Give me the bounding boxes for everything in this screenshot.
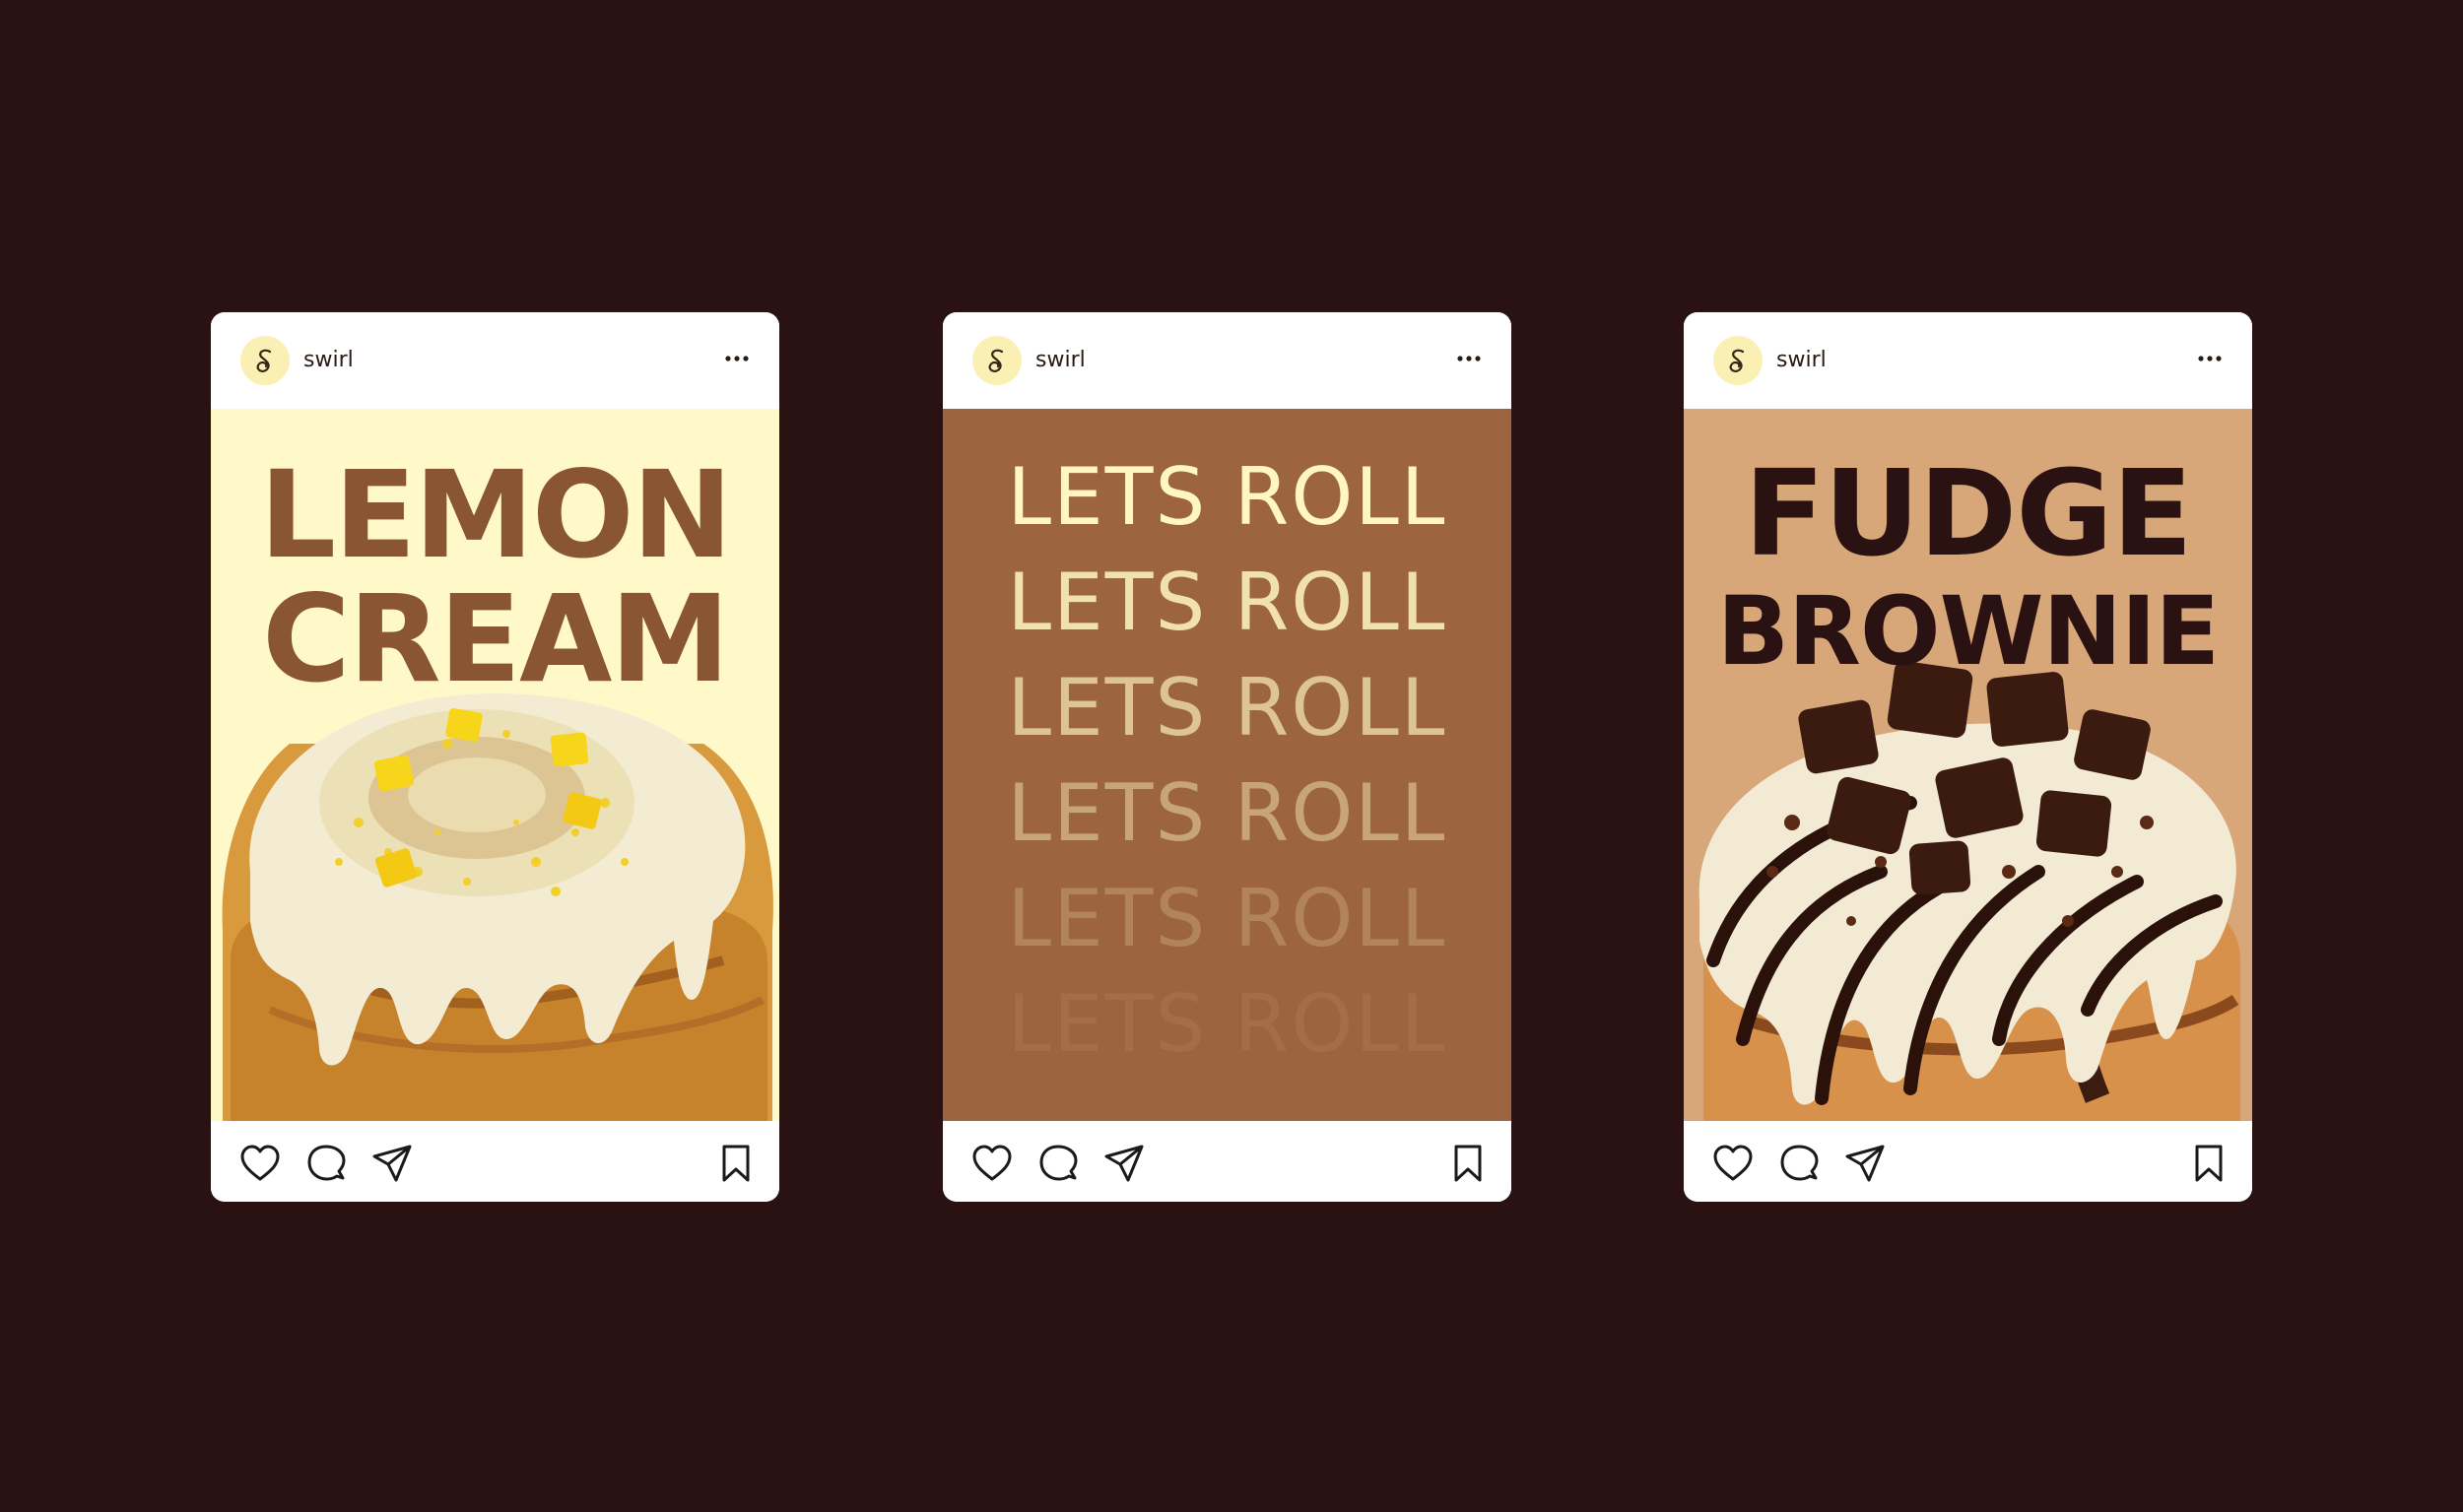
post-image: LEMON CREAM: [211, 409, 779, 1121]
headline-line-2: BROWNIE: [1716, 576, 2220, 687]
comment-bubble-icon[interactable]: [1778, 1143, 1822, 1186]
post-action-bar: [1684, 1121, 2252, 1202]
swirl-logo-icon[interactable]: [1713, 336, 1763, 385]
repeat-text-line: LETS ROLL: [1007, 978, 1447, 1070]
post-card-fudge-brownie: swirl FUDGE BROWNIE: [1684, 312, 2252, 1202]
more-options-icon[interactable]: [2193, 344, 2227, 373]
post-image: FUDGE BROWNIE: [1684, 409, 2252, 1121]
repeat-text-line: LETS ROLL: [1007, 557, 1447, 648]
comment-bubble-icon[interactable]: [1037, 1143, 1081, 1186]
swirl-logo-icon[interactable]: [972, 336, 1022, 385]
heart-icon[interactable]: [238, 1143, 282, 1186]
headline-line-2: CREAM: [262, 569, 730, 709]
swirl-logo-icon[interactable]: [240, 336, 290, 385]
post-header: swirl: [211, 312, 779, 409]
paper-plane-icon[interactable]: [370, 1143, 414, 1186]
heart-icon[interactable]: [1711, 1143, 1755, 1186]
heart-icon[interactable]: [970, 1143, 1014, 1186]
post-header: swirl: [1684, 312, 2252, 409]
paper-plane-icon[interactable]: [1102, 1143, 1146, 1186]
post-action-bar: [211, 1121, 779, 1202]
comment-bubble-icon[interactable]: [305, 1143, 349, 1186]
headline-line-1: LEMON: [259, 445, 732, 585]
bookmark-icon[interactable]: [2189, 1143, 2229, 1186]
account-username[interactable]: swirl: [303, 348, 354, 372]
repeat-text-line: LETS ROLL: [1007, 873, 1447, 964]
bookmark-icon[interactable]: [1448, 1143, 1488, 1186]
post-action-bar: [943, 1121, 1511, 1202]
post-card-lemon-cream: swirl LEMON CREAM: [211, 312, 779, 1202]
paper-plane-icon[interactable]: [1843, 1143, 1887, 1186]
account-username[interactable]: swirl: [1035, 348, 1086, 372]
post-header: swirl: [943, 312, 1511, 409]
bookmark-icon[interactable]: [716, 1143, 756, 1186]
repeat-text-line: LETS ROLL: [1007, 451, 1447, 543]
repeat-text-line: LETS ROLL: [1007, 767, 1447, 859]
post-card-lets-roll: swirl LETS ROLL LETS ROLL LETS ROLL LETS…: [943, 312, 1511, 1202]
headline-line-1: FUDGE: [1744, 446, 2193, 583]
more-options-icon[interactable]: [1452, 344, 1486, 373]
more-options-icon[interactable]: [720, 344, 754, 373]
post-image: LETS ROLL LETS ROLL LETS ROLL LETS ROLL …: [943, 409, 1511, 1121]
repeat-text-line: LETS ROLL: [1007, 662, 1447, 754]
account-username[interactable]: swirl: [1776, 348, 1827, 372]
